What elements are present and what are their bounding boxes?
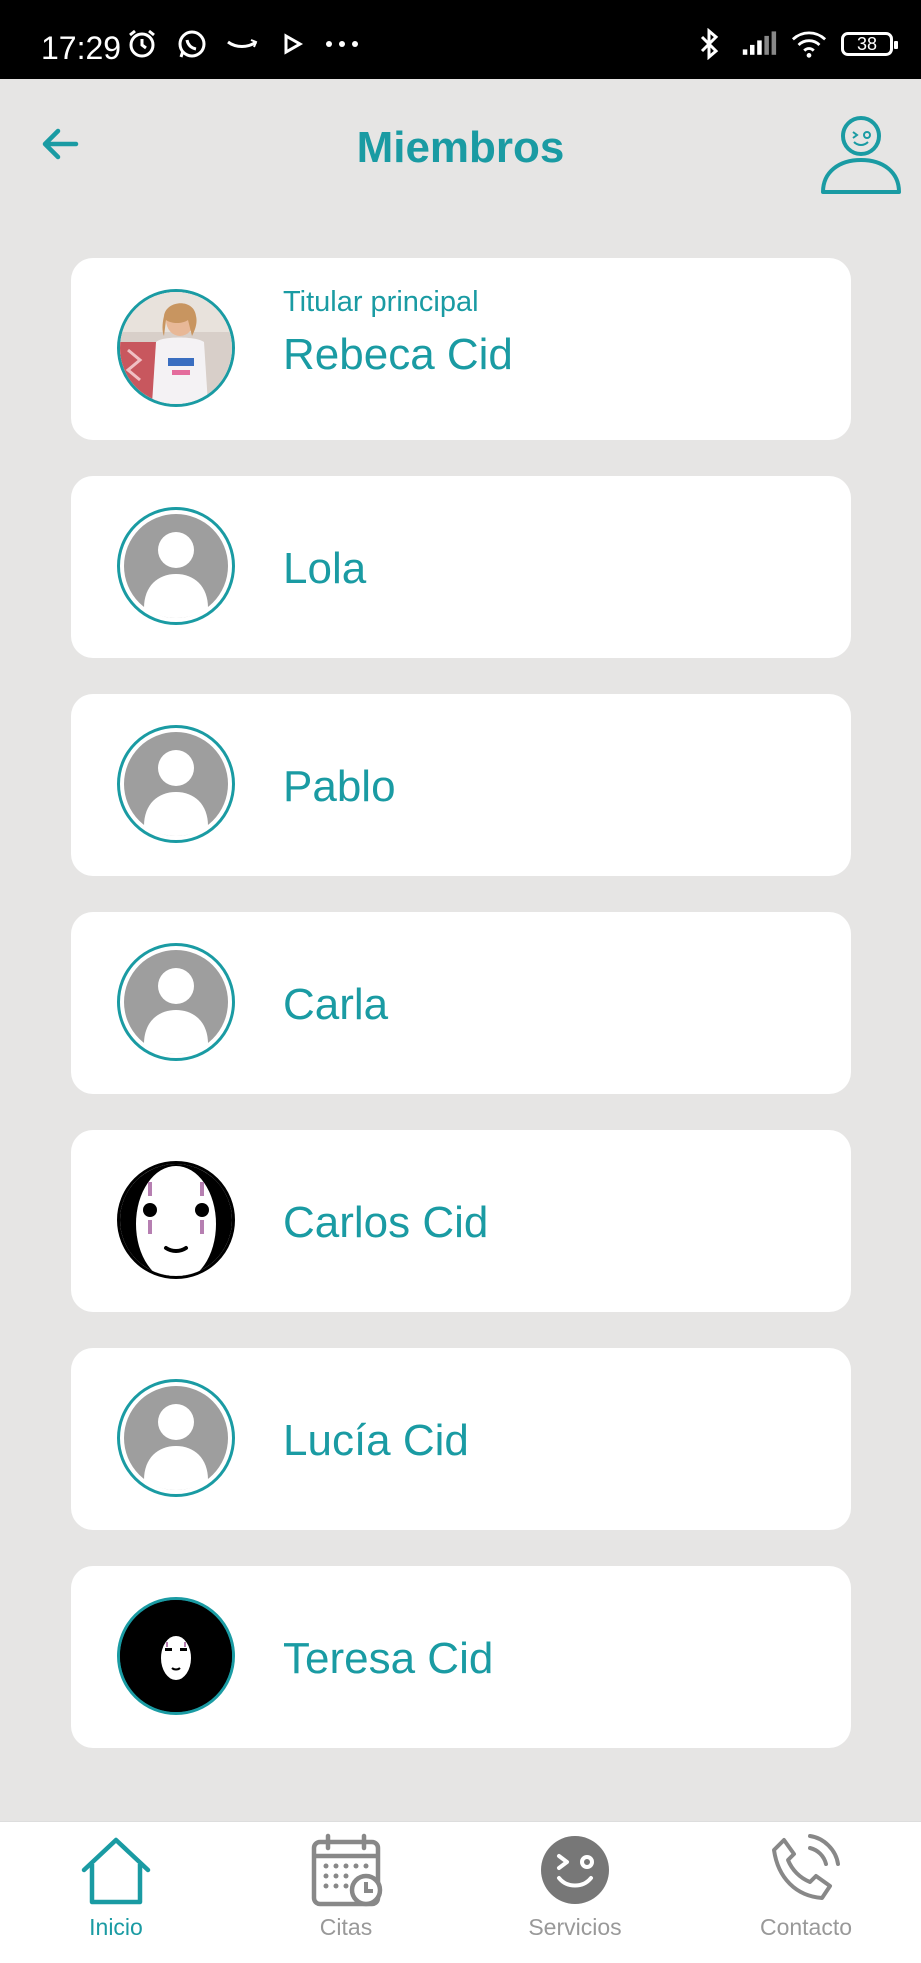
nav-label: Citas xyxy=(319,1914,373,1940)
member-photo xyxy=(120,292,232,404)
nav-label: Contacto xyxy=(759,1914,853,1940)
whatsapp-icon xyxy=(174,26,210,62)
play-icon xyxy=(274,26,310,62)
member-name: Carla xyxy=(283,980,389,1029)
default-avatar-icon xyxy=(124,1386,228,1490)
nav-item-servicios[interactable]: Servicios xyxy=(485,1822,665,1963)
nav-item-contacto[interactable]: Contacto xyxy=(716,1822,896,1963)
nav-label: Inicio xyxy=(89,1914,143,1940)
member-card[interactable]: Titular principal Rebeca Cid xyxy=(71,258,851,440)
member-card[interactable]: Carlos Cid xyxy=(71,1130,851,1312)
phone-icon xyxy=(772,1834,840,1900)
nav-label: Servicios xyxy=(528,1914,622,1940)
nav-item-inicio[interactable]: Inicio xyxy=(26,1822,206,1963)
alarm-icon xyxy=(124,26,160,62)
default-avatar-icon xyxy=(124,950,228,1054)
member-card[interactable]: Pablo xyxy=(71,694,851,876)
more-icon xyxy=(324,26,360,62)
profile-button[interactable] xyxy=(820,114,902,196)
member-name: Lola xyxy=(283,544,367,593)
calendar-icon xyxy=(311,1833,383,1907)
default-avatar-icon xyxy=(124,732,228,836)
status-bar: 17:29 38 xyxy=(0,0,921,79)
avatar xyxy=(117,943,235,1061)
member-name: Carlos Cid xyxy=(283,1198,489,1247)
member-name: Lucía Cid xyxy=(283,1416,469,1465)
member-card[interactable]: Lucía Cid xyxy=(71,1348,851,1530)
member-card[interactable]: Teresa Cid xyxy=(71,1566,851,1748)
member-name: Pablo xyxy=(283,762,396,811)
member-card[interactable]: Lola xyxy=(71,476,851,658)
member-name: Rebeca Cid xyxy=(283,330,513,379)
user-profile-icon xyxy=(821,116,901,194)
battery-level: 38 xyxy=(856,33,878,54)
nav-item-citas[interactable]: Citas xyxy=(256,1822,436,1963)
page-title: Miembros xyxy=(356,123,565,172)
default-avatar-icon xyxy=(124,514,228,618)
bluetooth-icon xyxy=(691,26,727,62)
bottom-nav: Inicio Citas Servicios Contacto xyxy=(0,1821,921,1963)
avatar xyxy=(117,1161,235,1279)
avatar xyxy=(117,507,235,625)
member-subtitle: Titular principal xyxy=(283,286,479,318)
smiley-icon xyxy=(541,1836,609,1904)
status-time: 17:29 xyxy=(41,30,122,66)
avatar xyxy=(117,1379,235,1497)
mask-face-icon xyxy=(120,1600,232,1712)
amazon-icon xyxy=(224,26,260,62)
member-name: Teresa Cid xyxy=(283,1634,494,1683)
mask-face-icon xyxy=(120,1164,232,1276)
member-card[interactable]: Carla xyxy=(71,912,851,1094)
avatar xyxy=(117,725,235,843)
avatar xyxy=(117,289,235,407)
wifi-icon xyxy=(791,26,827,62)
signal-icon xyxy=(741,26,777,62)
battery-icon: 38 xyxy=(841,32,898,56)
home-icon xyxy=(81,1837,151,1905)
avatar xyxy=(117,1597,235,1715)
